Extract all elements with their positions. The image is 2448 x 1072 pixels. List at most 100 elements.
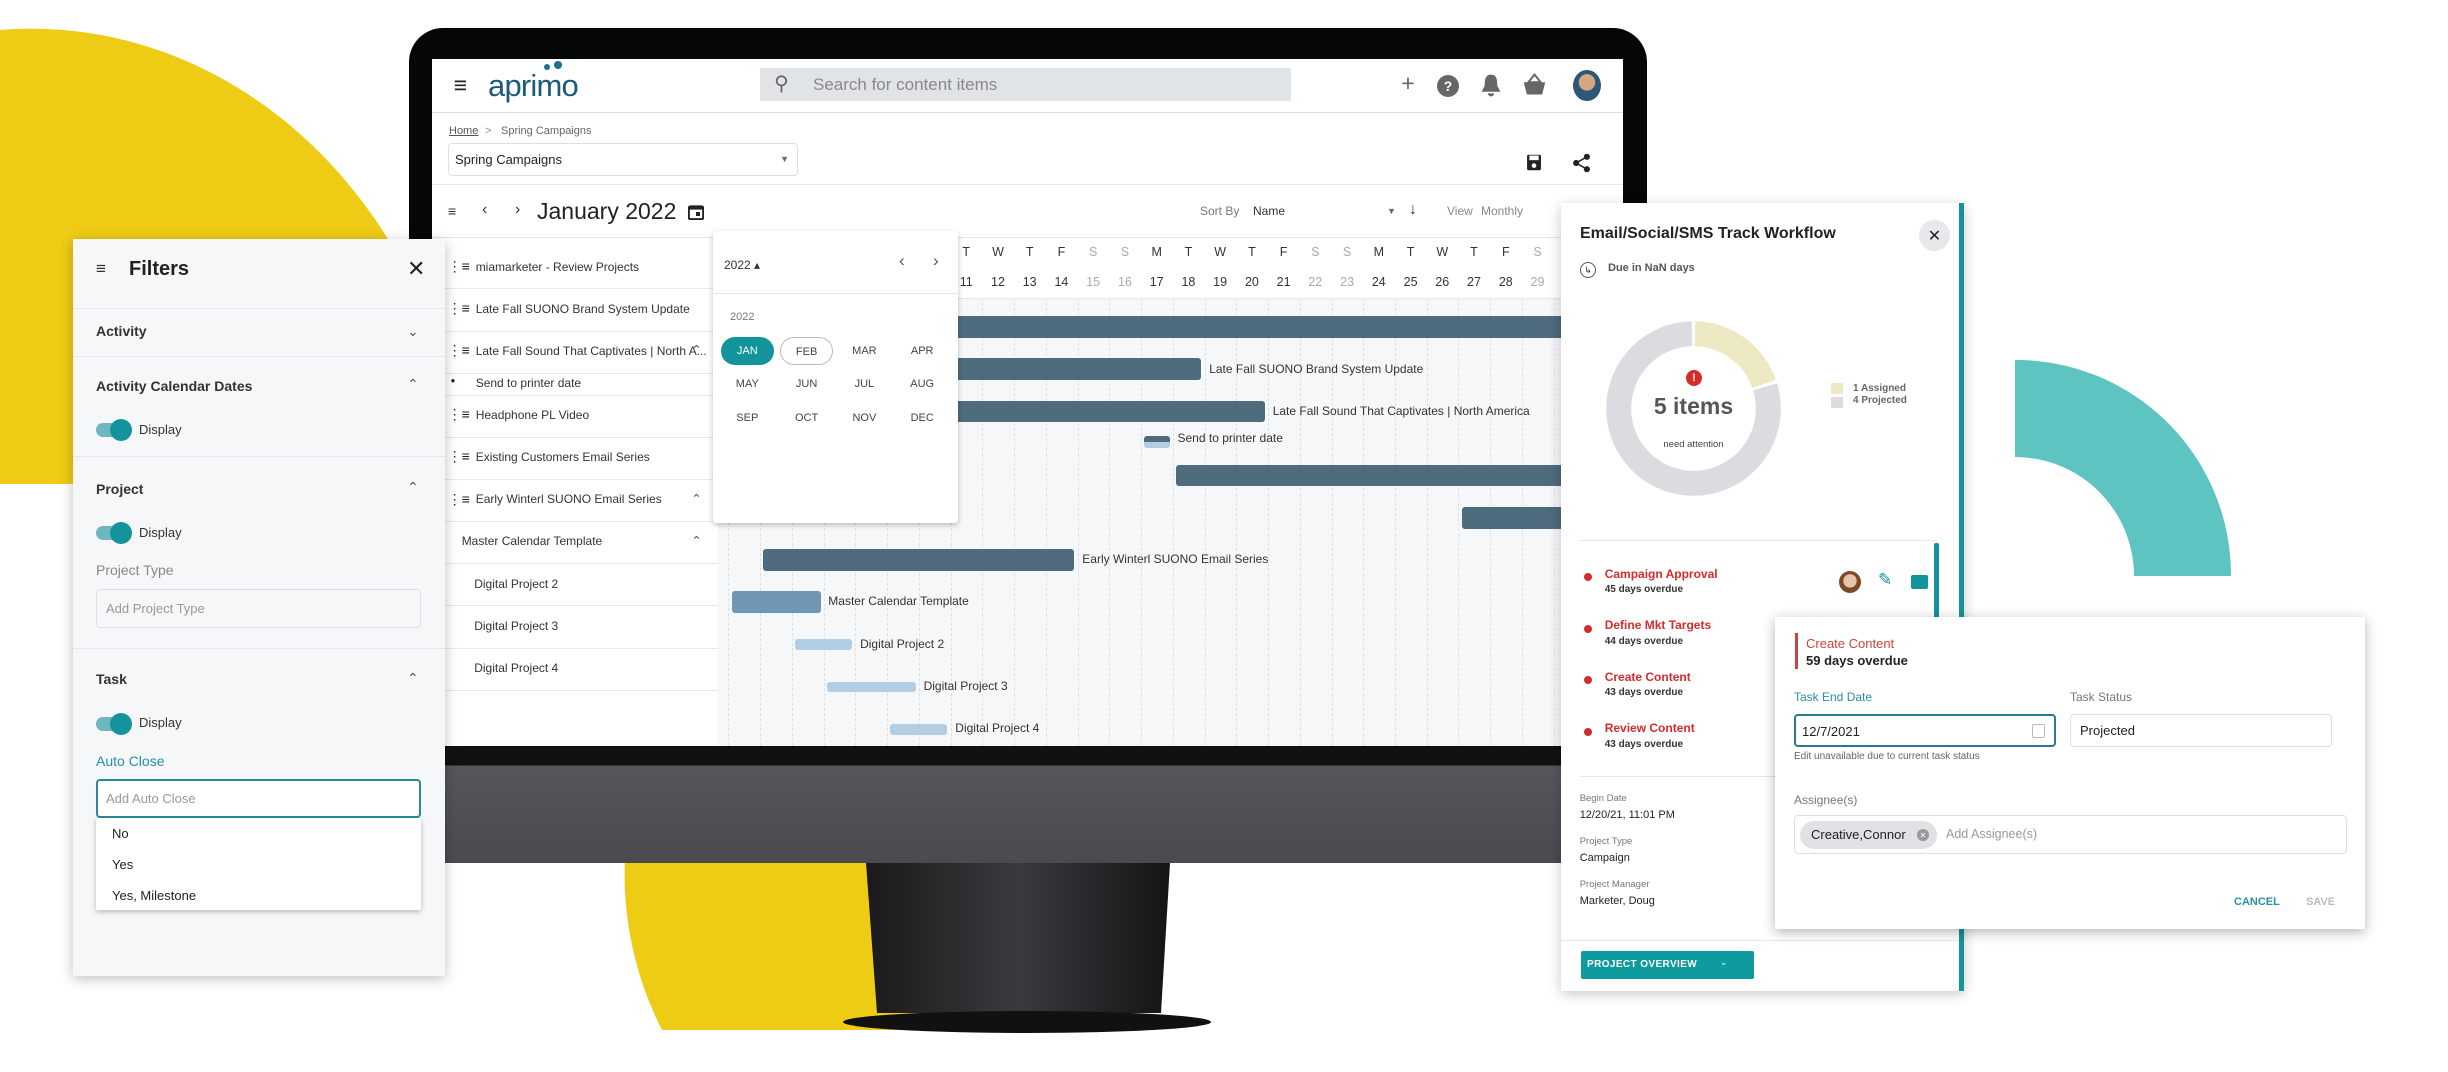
next-month-button[interactable]: › (515, 201, 520, 219)
comment-icon[interactable] (1911, 575, 1928, 589)
prev-month-button[interactable]: ‹ (482, 201, 487, 219)
table-row[interactable]: ⋮≡ miamarketer - Review Projects (444, 246, 718, 290)
day-number-label: 13 (1022, 274, 1037, 289)
save-button[interactable]: SAVE (2306, 896, 2335, 908)
project-type-input[interactable]: Add Project Type (96, 589, 421, 628)
gantt-bar[interactable] (731, 591, 821, 613)
task-name[interactable]: Campaign Approval (1605, 567, 1718, 581)
section-task[interactable]: Task (96, 671, 127, 687)
table-row[interactable]: ⋮≡ Late Fall Sound That Captivates | Nort… (444, 331, 718, 374)
table-row[interactable]: ⋮≡ Existing Customers Email Series (444, 437, 718, 480)
save-icon[interactable] (1526, 154, 1542, 171)
table-row[interactable]: Digital Project 2 (444, 563, 718, 607)
task-status-field[interactable]: Projected (2070, 714, 2332, 747)
cancel-button[interactable]: CANCEL (2234, 896, 2280, 908)
aprimo-logo[interactable]: aprimo (488, 68, 579, 104)
gantt-bar[interactable] (795, 639, 853, 651)
activity-calendar-display-toggle[interactable] (96, 419, 132, 441)
option-yes[interactable]: Yes (112, 857, 133, 872)
project-display-toggle[interactable] (96, 522, 132, 544)
gantt-bar[interactable] (763, 548, 1075, 571)
task-display-toggle[interactable] (96, 713, 132, 735)
auto-close-input[interactable]: Add Auto Close (96, 779, 421, 818)
month-mar[interactable]: MAR (838, 337, 891, 365)
share-icon[interactable] (1572, 153, 1591, 173)
chevron-down-icon[interactable]: ⌄ (407, 323, 419, 340)
year-toggle[interactable]: 2022 ▴ (724, 258, 760, 272)
table-row[interactable]: Digital Project 4 (444, 648, 718, 691)
month-feb[interactable]: FEB (780, 337, 834, 366)
assignee-avatar[interactable] (1839, 571, 1861, 593)
task-name[interactable]: Review Content (1605, 721, 1695, 735)
search-input[interactable]: ⚲ Search for content items (760, 68, 1291, 101)
table-row[interactable]: Digital Project 3 (444, 605, 718, 649)
sort-by-select[interactable]: Name (1253, 204, 1285, 218)
assignee-input[interactable]: Creative,Connor ✕ Add Assignee(s) (1794, 815, 2347, 854)
day-number-label: 23 (1340, 274, 1355, 289)
gantt-bar[interactable] (890, 723, 948, 735)
next-year-button[interactable]: › (933, 251, 939, 271)
row-label: Late Fall SUONO Brand System Update (475, 301, 690, 316)
prev-year-button[interactable]: ‹ (899, 251, 905, 271)
gantt-bar[interactable] (826, 681, 916, 693)
chevron-up-icon[interactable]: ⌃ (691, 342, 701, 357)
month-oct[interactable]: OCT (780, 404, 833, 432)
remove-chip-icon[interactable]: ✕ (1917, 829, 1929, 841)
weekday-label: T (1406, 245, 1415, 260)
filter-toggle-icon[interactable]: ≡ (448, 203, 456, 219)
month-aug[interactable]: AUG (896, 370, 949, 398)
chevron-up-icon[interactable]: ⌃ (407, 479, 419, 496)
chevron-down-icon[interactable]: ▼ (1387, 206, 1396, 216)
table-row[interactable]: ⋮≡ Early Winterl SUONO Email Series ⌃ (444, 479, 718, 523)
month-jun[interactable]: JUN (780, 370, 833, 398)
section-activity[interactable]: Activity (96, 323, 147, 339)
gantt-bar[interactable] (1175, 464, 1583, 487)
basket-icon[interactable] (1522, 73, 1547, 96)
view-select[interactable]: Monthly (1481, 204, 1523, 218)
plus-icon[interactable]: + (1397, 70, 1419, 96)
section-project[interactable]: Project (96, 481, 143, 497)
filters-panel: ≡ Filters ✕ Activity ⌄ Activity Calendar… (73, 239, 445, 976)
avatar[interactable] (1573, 70, 1601, 101)
row-label: miamarketer - Review Projects (475, 259, 640, 274)
table-row[interactable]: • Send to printer date (444, 373, 718, 396)
table-row[interactable]: Master Calendar Template ⌃ (444, 521, 718, 565)
section-activity-calendar-dates[interactable]: Activity Calendar Dates (96, 378, 252, 394)
bell-icon[interactable] (1480, 73, 1502, 98)
gantt-bar-label: Digital Project 2 (860, 637, 945, 652)
chevron-up-icon[interactable]: ⌃ (691, 533, 701, 548)
divider (432, 237, 1623, 238)
month-sep[interactable]: SEP (721, 404, 774, 432)
calendar-icon[interactable] (2032, 724, 2045, 738)
task-name[interactable]: Create Content (1605, 670, 1691, 684)
edit-icon[interactable]: ✎ (1878, 570, 1892, 590)
task-name[interactable]: Define Mkt Targets (1605, 618, 1711, 632)
month-jan[interactable]: JAN (720, 337, 774, 366)
chevron-up-icon[interactable]: ⌃ (407, 376, 419, 393)
task-end-date-input[interactable]: 12/7/2021 (1794, 714, 2056, 747)
legend-projected: 4 Projected (1853, 395, 1907, 406)
calendar-icon[interactable] (688, 204, 704, 220)
table-row[interactable]: ⋮≡ Headphone PL Video (444, 395, 718, 438)
month-may[interactable]: MAY (721, 370, 774, 398)
help-icon[interactable]: ? (1437, 75, 1459, 97)
app-header: ≡ aprimo ⚲ Search for content items + ? (432, 59, 1623, 113)
month-dec[interactable]: DEC (896, 404, 949, 432)
project-overview-button[interactable]: PROJECT OVERVIEW ⌄ (1581, 951, 1754, 979)
gantt-milestone[interactable] (1144, 435, 1170, 449)
project-select[interactable]: Spring Campaigns ▼ (448, 143, 798, 176)
breadcrumb-home[interactable]: Home (449, 125, 478, 137)
chevron-up-icon[interactable]: ⌃ (407, 670, 419, 687)
month-jul[interactable]: JUL (838, 370, 891, 398)
chevron-up-icon[interactable]: ⌃ (691, 491, 701, 506)
menu-icon[interactable]: ≡ (448, 72, 473, 98)
close-filters-button[interactable]: ✕ (407, 256, 425, 282)
option-yes-milestone[interactable]: Yes, Milestone (112, 888, 196, 903)
sort-direction-icon[interactable]: ↓ (1409, 201, 1417, 219)
month-nov[interactable]: NOV (838, 404, 891, 432)
row-label: Digital Project 3 (474, 618, 559, 633)
option-no[interactable]: No (112, 826, 129, 841)
month-apr[interactable]: APR (896, 337, 949, 365)
table-row[interactable]: ⋮≡ Late Fall SUONO Brand System Update (444, 289, 718, 332)
close-workflow-button[interactable]: ✕ (1919, 220, 1950, 251)
